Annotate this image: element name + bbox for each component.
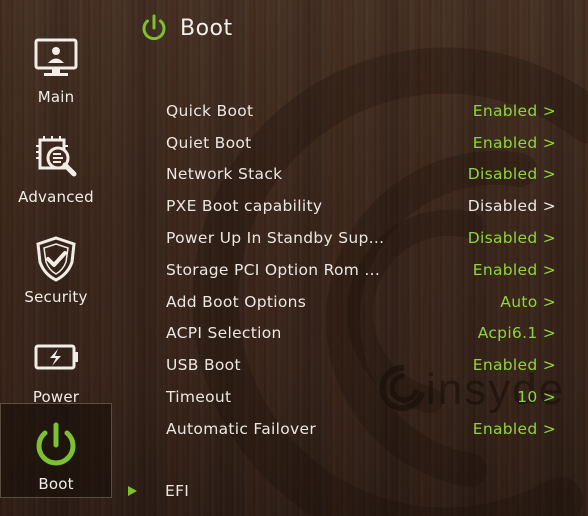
setting-label: Network Stack: [166, 165, 283, 184]
page-header: Boot: [138, 12, 233, 44]
setting-network-stack[interactable]: Network Stack Disabled >: [166, 159, 566, 191]
sidebar-item-label: Advanced: [18, 188, 94, 206]
setting-value[interactable]: Enabled >: [473, 261, 556, 279]
sidebar-item-label: Boot: [38, 475, 74, 493]
efi-label: EFI: [165, 482, 190, 500]
magnifier-chip-icon: [36, 136, 77, 177]
battery-icon: [34, 344, 78, 370]
sidebar-item-advanced[interactable]: Advanced: [0, 128, 112, 228]
setting-acpi-selection[interactable]: ACPI Selection Acpi6.1 >: [166, 318, 566, 350]
sidebar-item-security[interactable]: Security: [0, 228, 112, 328]
setting-value[interactable]: Disabled >: [468, 165, 556, 183]
power-icon: [36, 422, 76, 466]
setting-value[interactable]: Enabled >: [473, 102, 556, 120]
setting-quiet-boot[interactable]: Quiet Boot Enabled >: [166, 127, 566, 159]
setting-label: Automatic Failover: [166, 419, 316, 438]
setting-label: Storage PCI Option Rom ...: [166, 260, 381, 279]
setting-label: Add Boot Options: [166, 292, 307, 311]
setting-value[interactable]: Disabled >: [468, 229, 556, 247]
sidebar-item-boot[interactable]: Boot: [0, 403, 112, 498]
efi-submenu-link[interactable]: EFI: [128, 482, 189, 500]
setting-usb-boot[interactable]: USB Boot Enabled >: [166, 349, 566, 381]
power-icon: [142, 14, 166, 41]
sidebar-item-label: Security: [24, 288, 88, 306]
setting-label: PXE Boot capability: [166, 197, 323, 216]
page-title: Boot: [180, 15, 233, 41]
setting-label: Power Up In Standby Sup...: [166, 229, 385, 248]
setting-storage-pci-option-rom[interactable]: Storage PCI Option Rom ... Enabled >: [166, 254, 566, 286]
setting-timeout[interactable]: Timeout 10 >: [166, 381, 566, 413]
setting-value[interactable]: Enabled >: [473, 356, 556, 374]
setting-value[interactable]: Auto >: [500, 293, 556, 311]
expand-arrow-icon: [128, 486, 137, 496]
sidebar: Main Advanced Security Power Boot: [0, 0, 114, 516]
boot-settings-list: Quick Boot Enabled > Quiet Boot Enabled …: [166, 95, 566, 445]
setting-value[interactable]: Enabled >: [473, 420, 556, 438]
setting-label: Timeout: [166, 388, 232, 407]
setting-value[interactable]: Disabled >: [468, 197, 556, 215]
setting-label: ACPI Selection: [166, 324, 282, 343]
setting-power-up-in-standby[interactable]: Power Up In Standby Sup... Disabled >: [166, 222, 566, 254]
sidebar-item-main[interactable]: Main: [0, 28, 112, 128]
setting-label: Quiet Boot: [166, 133, 252, 152]
setting-value[interactable]: Enabled >: [473, 134, 556, 152]
setting-pxe-boot-capability[interactable]: PXE Boot capability Disabled >: [166, 190, 566, 222]
setting-automatic-failover[interactable]: Automatic Failover Enabled >: [166, 413, 566, 445]
setting-value[interactable]: 10 >: [517, 388, 556, 406]
setting-label: Quick Boot: [166, 101, 254, 120]
setting-label: USB Boot: [166, 356, 241, 375]
setting-value[interactable]: Acpi6.1 >: [478, 324, 556, 342]
setting-quick-boot[interactable]: Quick Boot Enabled >: [166, 95, 566, 127]
setting-add-boot-options[interactable]: Add Boot Options Auto >: [166, 286, 566, 318]
shield-check-icon: [36, 236, 76, 282]
sidebar-item-label: Main: [37, 88, 75, 106]
monitor-icon: [34, 38, 78, 76]
